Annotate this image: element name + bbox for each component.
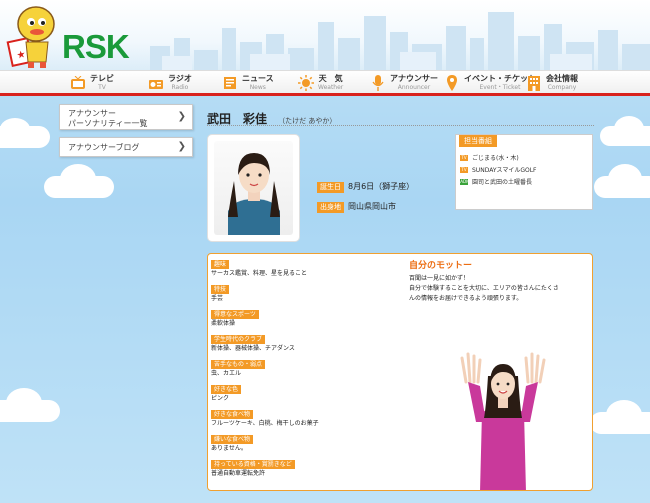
sun-icon [298, 74, 314, 91]
nav-label: ラジオ [168, 73, 192, 83]
nav-sublabel: News [249, 83, 266, 91]
nav-sublabel: Announcer [397, 83, 431, 91]
profile-details-box: 趣味 サーカス鑑賞、料理、星を見ること 特技 手芸 得意なスポーツ 柔軟体操 学… [207, 253, 593, 491]
nav-item-announcer[interactable]: アナウンサー Announcer [370, 71, 438, 94]
nav-item-radio[interactable]: ラジオ Radio [148, 71, 192, 94]
answer-text: 普通自動車運転免許 [211, 470, 266, 477]
motto-line: 自分で体験することを大切に、エリアの皆さんにたくさ [409, 285, 559, 292]
hometown-row: 出身地 岡山県岡山市 [317, 194, 396, 213]
answer-text: 新体操、器械体操、チアダンス [211, 345, 295, 352]
question-label: 好きな食べ物 [211, 410, 254, 419]
answer-text: フルーツケーキ、白桃、梅干しのお菓子 [211, 420, 319, 427]
nav-label: 会社情報 [546, 73, 578, 83]
cloud-decoration [60, 164, 96, 194]
program-item[interactable]: TV ごじまる(水・木) [460, 153, 519, 162]
pin-icon [444, 74, 460, 91]
answer-text: ありません。 [211, 445, 247, 452]
programs-box: 担当番組 TV ごじまる(水・木) TV SUNDAYスマイルGOLF RADI… [455, 134, 593, 210]
profile-photo-card [207, 134, 300, 242]
tv-icon [70, 75, 86, 91]
nav-item-weather[interactable]: 天 気 Weather [298, 71, 343, 94]
question-label: 特技 [211, 285, 230, 294]
radio-badge-icon: RADIO [457, 178, 471, 185]
answer-text: 柔軟体操 [211, 320, 236, 327]
announcer-name-kana: （たけだ あやか） [278, 117, 337, 125]
program-name: ごじまる(水・木) [472, 155, 519, 162]
sidebar-item-announcer-list[interactable]: アナウンサー パーソナリティー一覧 ❯ [59, 104, 193, 130]
nav-sublabel: Weather [318, 83, 344, 91]
nav-label: テレビ [90, 73, 114, 83]
profile-name-row: 武田 彩佳 （たけだ あやか） [207, 108, 594, 126]
program-item[interactable]: RADIO 園司と武田の土曜番長 [457, 177, 533, 186]
question-label: 得意なスポーツ [211, 310, 259, 319]
sidebar-item-label: パーソナリティー一覧 [68, 119, 148, 128]
programs-title: 担当番組 [459, 135, 497, 147]
question-label: 趣味 [211, 260, 230, 269]
nav-item-event[interactable]: イベント・チケット Event・Ticket [444, 71, 536, 94]
site-header: ★ RSK [0, 0, 650, 70]
nav-item-company[interactable]: 会社情報 Company [526, 71, 578, 94]
question-label: 持っている資格・賞罰きなど [211, 460, 295, 469]
question-label: 好きな色 [211, 385, 242, 394]
question-label: 苦手なもの・弱点 [211, 360, 266, 369]
program-item[interactable]: TV SUNDAYスマイルGOLF [460, 165, 537, 174]
chevron-right-icon: ❯ [177, 141, 186, 152]
tv-badge-icon: TV [460, 154, 468, 161]
nav-item-news[interactable]: ニュース News [222, 71, 274, 94]
profile-photo [214, 141, 293, 235]
motto-text: 百聞は一見に如かず！ 自分で体験することを大切に、エリアの皆さんにたくさ んの情… [409, 274, 589, 304]
chevron-right-icon: ❯ [177, 111, 186, 122]
nav-sublabel: Radio [171, 83, 189, 91]
nav-label: 天 気 [318, 73, 343, 83]
answer-text: ピンク [211, 395, 230, 402]
birthday-value: 8月6日（獅子座） [348, 182, 415, 191]
microphone-icon [370, 74, 386, 91]
motto-line: んの情報をお届けできるよう頑張ります。 [409, 295, 523, 302]
global-nav: テレビ TV ラジオ Radio ニュース News 天 気 Weather アナウンサ… [0, 70, 650, 96]
hometown-value: 岡山県岡山市 [348, 202, 396, 211]
sidebar-item-label: アナウンサー [68, 109, 116, 118]
cloud-decoration [608, 164, 642, 194]
answer-text: サーカス鑑賞、料理、星を見ること [211, 270, 308, 277]
news-icon [222, 75, 238, 91]
birthday-row: 誕生日 8月6日（獅子座） [317, 174, 414, 193]
cloud-decoration [0, 118, 30, 140]
nav-sublabel: Event・Ticket [479, 83, 521, 91]
building-icon [526, 75, 542, 91]
nav-sublabel: TV [98, 83, 106, 91]
tv-badge-icon: TV [460, 166, 468, 173]
cloud-decoration [614, 116, 644, 142]
sidebar-item-announcer-blog[interactable]: アナウンサーブログ ❯ [59, 137, 193, 157]
mascot-character-icon: ★ [6, 6, 55, 68]
motto-title: 自分のモットー [409, 261, 473, 271]
cloud-decoration [6, 388, 42, 418]
answer-text: 虫、カエル [211, 370, 242, 377]
city-skyline-illustration [150, 12, 650, 70]
announcer-name: 武田 彩佳 [207, 112, 268, 126]
question-label: 嫌いな食べ物 [211, 435, 254, 444]
announcer-full-body-photo [460, 352, 546, 490]
nav-sublabel: Company [547, 83, 577, 91]
program-name: SUNDAYスマイルGOLF [472, 167, 537, 174]
hometown-label: 出身地 [317, 202, 344, 213]
rsk-logo[interactable]: RSK [62, 30, 130, 63]
motto-line: 百聞は一見に如かず！ [409, 275, 470, 282]
answer-text: 手芸 [211, 295, 224, 302]
program-name: 園司と武田の土曜番長 [472, 179, 533, 186]
cloud-decoration [606, 400, 642, 430]
sidebar-item-label: アナウンサーブログ [68, 143, 140, 152]
nav-label: ニュース [242, 73, 274, 83]
birthday-label: 誕生日 [317, 182, 344, 193]
nav-item-tv[interactable]: テレビ TV [70, 71, 114, 94]
nav-label: アナウンサー [390, 73, 438, 83]
question-label: 学生時代のクラブ [211, 335, 266, 344]
radio-icon [148, 75, 164, 91]
